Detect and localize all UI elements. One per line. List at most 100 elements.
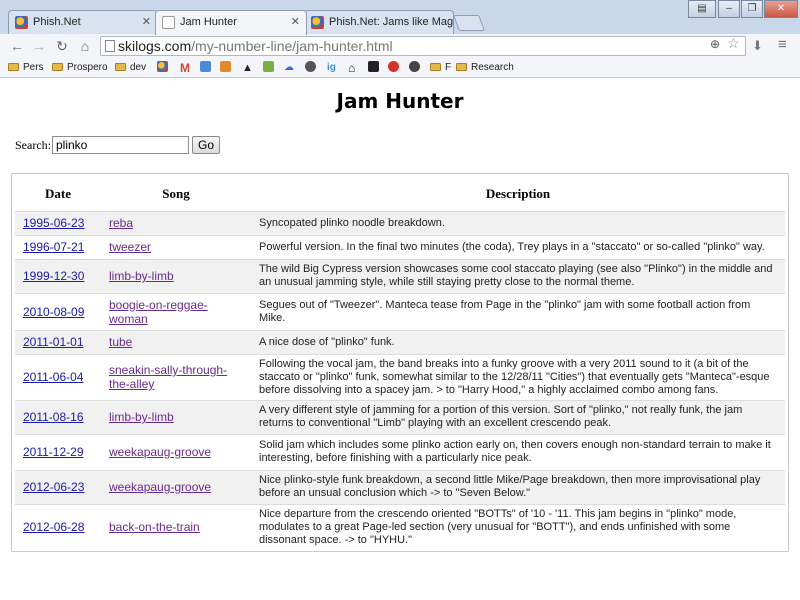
bookmark-reader[interactable] — [200, 61, 211, 75]
browser-toolbar: ← → ↻ ⌂ skilogs.com/my-number-line/jam-h… — [0, 34, 800, 58]
column-header-description[interactable]: Description — [251, 177, 785, 211]
date-link[interactable]: 2011-01-01 — [23, 335, 84, 349]
date-cell: 1995-06-23 — [15, 210, 101, 235]
tab-phish-net-jams[interactable]: Phish.Net: Jams like Magn — [304, 10, 454, 34]
close-icon[interactable]: ✕ — [142, 15, 151, 28]
page-content: Jam Hunter Search: Go Date Song Descript… — [0, 79, 800, 600]
date-cell: 2012-06-23 — [15, 469, 101, 504]
date-link[interactable]: 1999-12-30 — [23, 269, 84, 283]
bookmark-red[interactable] — [388, 61, 399, 75]
song-link[interactable]: weekapaug-groove — [109, 480, 211, 494]
date-link[interactable]: 2011-08-16 — [23, 410, 84, 424]
description-cell: Solid jam which includes some plinko act… — [251, 433, 785, 470]
table-row: 1999-12-30 limb-by-limb The wild Big Cypre… — [15, 258, 785, 293]
download-arrow-icon[interactable]: ⬇ — [752, 38, 763, 54]
restore-icon[interactable]: ❐ — [741, 0, 763, 18]
reader-icon — [200, 61, 211, 72]
song-link[interactable]: back-on-the-train — [109, 520, 200, 534]
table-row: 2010-08-09 boogie-on-reggae-woman Segues o… — [15, 292, 785, 330]
minimize-icon[interactable]: – — [718, 0, 740, 18]
song-link[interactable]: limb-by-limb — [109, 269, 174, 283]
cloud-icon[interactable]: ☁ — [284, 61, 294, 75]
stack-icon — [220, 61, 231, 72]
description-cell: A nice dose of "plinko" funk. — [251, 329, 785, 354]
date-link[interactable]: 2012-06-23 — [23, 480, 84, 494]
date-link[interactable]: 2011-12-29 — [23, 445, 84, 459]
column-header-song[interactable]: Song — [101, 177, 251, 211]
song-cell: reba — [101, 210, 251, 235]
song-cell: tweezer — [101, 234, 251, 259]
bookmark-app[interactable] — [368, 61, 379, 75]
bookmarks-bar: Pers Prospero dev M ▲ ☁ ig ⌂ F Research — [0, 58, 800, 78]
date-link[interactable]: 1995-06-23 — [23, 216, 84, 230]
browser-titlebar: Phish.Net ✕ Jam Hunter ✕ Phish.Net: Jams… — [0, 0, 800, 35]
bookmark-folder-f[interactable]: F — [430, 61, 451, 75]
house-icon[interactable]: ⌂ — [348, 61, 355, 75]
date-link[interactable]: 2012-06-28 — [23, 520, 84, 534]
url-path: /my-number-line/jam-hunter.html — [191, 38, 393, 54]
tab-phish-net[interactable]: Phish.Net ✕ — [8, 10, 158, 34]
column-header-date[interactable]: Date — [15, 177, 101, 211]
table-row: 2012-06-28 back-on-the-train Nice departur… — [15, 503, 785, 550]
description-cell: Syncopated plinko noodle breakdown. — [251, 210, 785, 235]
description-cell: Following the vocal jam, the band breaks… — [251, 353, 785, 400]
home-icon[interactable]: ⌂ — [76, 37, 94, 55]
page-favicon-icon — [162, 16, 175, 29]
bookmark-maps[interactable] — [263, 61, 274, 75]
zoom-icon[interactable]: ⊕ — [710, 37, 720, 51]
song-link[interactable]: weekapaug-groove — [109, 445, 211, 459]
bookmark-stack[interactable] — [220, 61, 231, 75]
app-icon — [368, 61, 379, 72]
table-row: 1995-06-23 reba Syncopated plinko noodle b… — [15, 210, 785, 235]
folder-icon — [456, 63, 467, 71]
forward-arrow-icon[interactable]: → — [30, 37, 48, 55]
date-link[interactable]: 2011-06-04 — [23, 370, 84, 384]
date-cell: 2012-06-28 — [15, 503, 101, 550]
song-link[interactable]: reba — [109, 216, 133, 230]
menu-icon[interactable]: ≡ — [778, 36, 787, 53]
description-cell: A very different style of jamming for a … — [251, 399, 785, 434]
window-close-icon[interactable]: ✕ — [764, 0, 798, 18]
search-input[interactable] — [52, 136, 189, 154]
bookmark-phish[interactable] — [157, 61, 168, 75]
bookmark-star-icon[interactable]: ☆ — [727, 35, 740, 52]
folder-icon — [115, 63, 126, 71]
song-link[interactable]: sneakin-sally-through-the-alley — [109, 363, 227, 391]
bookmark-folder-research[interactable]: Research — [456, 61, 514, 75]
song-link[interactable]: limb-by-limb — [109, 410, 174, 424]
song-cell: back-on-the-train — [101, 503, 251, 550]
song-link[interactable]: tweezer — [109, 240, 151, 254]
bookmark-label: F — [445, 62, 452, 73]
description-cell: Nice plinko-style funk breakdown, a seco… — [251, 469, 785, 504]
description-cell: The wild Big Cypress version showcases s… — [251, 258, 785, 293]
back-arrow-icon[interactable]: ← — [8, 37, 26, 55]
bookmark-folder-prospero[interactable]: Prospero — [52, 61, 108, 75]
date-cell: 2011-12-29 — [15, 433, 101, 470]
mountain-icon[interactable]: ▲ — [242, 61, 253, 75]
phish-favicon-icon — [311, 16, 324, 29]
table-row: 2011-01-01 tube A nice dose of "plinko" fu… — [15, 329, 785, 354]
song-cell: weekapaug-groove — [101, 433, 251, 470]
bookmark-dark[interactable] — [409, 61, 420, 75]
song-link[interactable]: boogie-on-reggae-woman — [109, 298, 208, 326]
go-button[interactable]: Go — [192, 136, 220, 154]
tab-jam-hunter[interactable]: Jam Hunter ✕ — [155, 10, 307, 35]
user-icon[interactable]: ▤ — [688, 0, 716, 18]
new-tab-button[interactable] — [453, 15, 485, 31]
close-icon[interactable]: ✕ — [291, 15, 300, 28]
song-link[interactable]: tube — [109, 335, 132, 349]
address-bar[interactable]: skilogs.com/my-number-line/jam-hunter.ht… — [100, 36, 746, 56]
song-cell: weekapaug-groove — [101, 469, 251, 504]
date-link[interactable]: 1996-07-21 — [23, 240, 84, 254]
phish-favicon-icon — [15, 16, 28, 29]
bookmark-hub[interactable] — [305, 61, 316, 75]
bookmark-folder-pers[interactable]: Pers — [8, 61, 44, 75]
url-host: skilogs.com — [118, 38, 192, 54]
reload-icon[interactable]: ↻ — [53, 37, 71, 55]
dark-circle-icon — [409, 61, 420, 72]
date-cell: 2010-08-09 — [15, 292, 101, 330]
gmail-icon[interactable]: M — [180, 61, 190, 75]
bookmark-folder-dev[interactable]: dev — [115, 61, 146, 75]
bookmark-ig-icon[interactable]: ig — [327, 61, 336, 75]
date-link[interactable]: 2010-08-09 — [23, 305, 84, 319]
